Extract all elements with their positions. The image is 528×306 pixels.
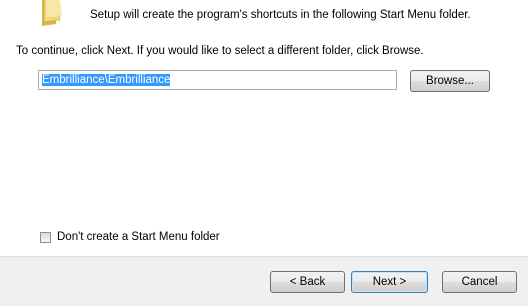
browse-button[interactable]: Browse... [410,70,490,92]
no-start-menu-checkbox[interactable] [40,231,51,243]
no-start-menu-checkbox-row[interactable]: Don't create a Start Menu folder [40,231,220,243]
next-button[interactable]: Next > [351,271,428,293]
dialog-footer: < Back Next > Cancel [0,256,528,306]
intro-text: Setup will create the program's shortcut… [90,9,471,21]
folder-input-selected-text: Embrilliance\Embrilliance [42,74,171,86]
folder-icon [42,0,62,26]
back-button[interactable]: < Back [270,271,345,293]
cancel-button[interactable]: Cancel [442,271,517,293]
no-start-menu-checkbox-label: Don't create a Start Menu folder [57,231,220,243]
instruction-text: To continue, click Next. If you would li… [16,45,424,57]
start-menu-folder-input[interactable]: Embrilliance\Embrilliance [38,70,397,90]
